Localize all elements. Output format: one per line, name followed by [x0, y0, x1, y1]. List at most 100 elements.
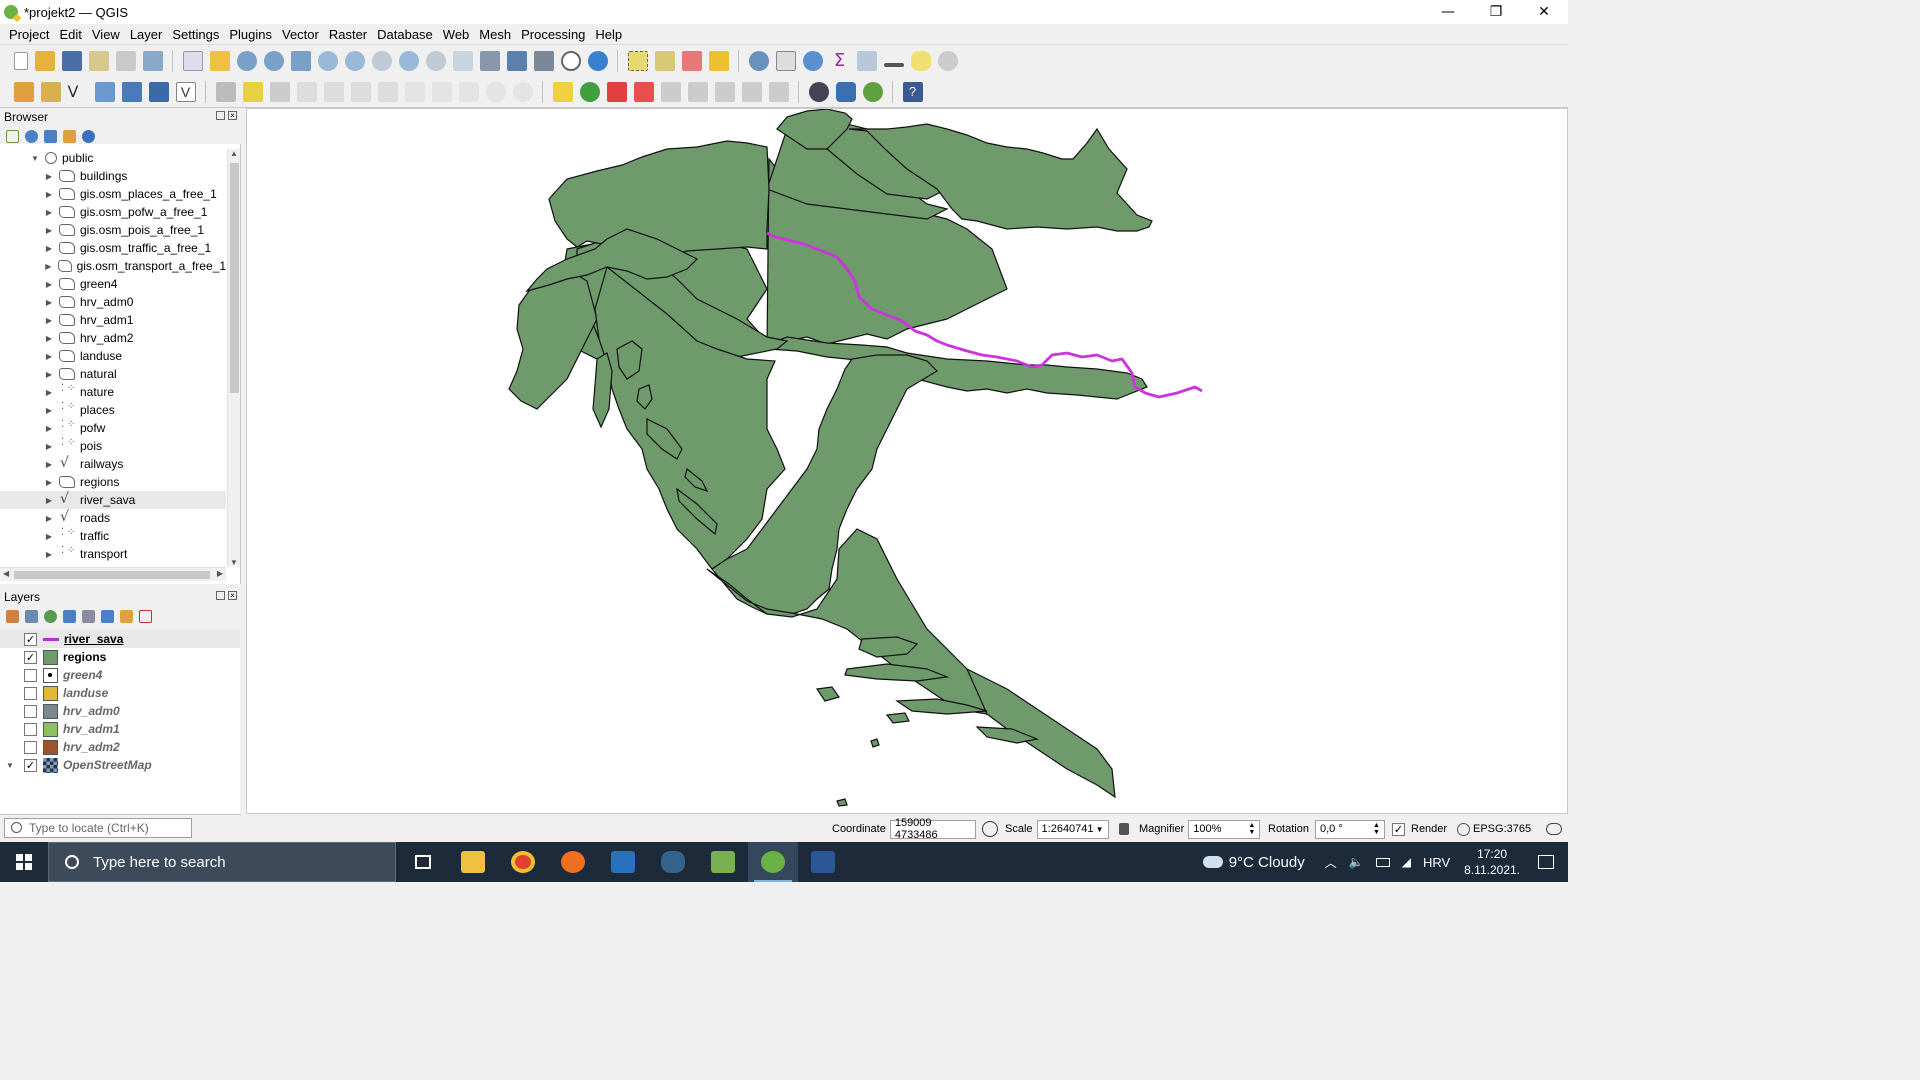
zoom-out-icon[interactable]	[263, 50, 284, 71]
layer-visibility-checkbox[interactable]	[24, 704, 37, 718]
menu-settings[interactable]: Settings	[167, 27, 224, 42]
processing-toolbox-icon[interactable]	[802, 50, 823, 71]
manage-map-themes-icon[interactable]	[44, 609, 57, 623]
taskbar-app-chrome[interactable]	[498, 842, 548, 882]
tree-item-gis-osm-transport-a-free-1[interactable]: ▶ gis.osm_transport_a_free_1	[0, 257, 226, 275]
tree-item-hrv-adm1[interactable]: ▶ hrv_adm1	[0, 311, 226, 329]
expand-arrow-icon[interactable]: ▶	[44, 478, 54, 487]
task-view-button[interactable]	[398, 842, 448, 882]
tree-item-transport[interactable]: ▶ transport	[0, 545, 226, 563]
wifi-icon[interactable]: ◢	[1402, 855, 1411, 869]
menu-processing[interactable]: Processing	[516, 27, 590, 42]
zoom-full-icon[interactable]	[290, 50, 311, 71]
add-vector-layer-icon[interactable]: V	[68, 82, 88, 102]
tree-item-hrv-adm2[interactable]: ▶ hrv_adm2	[0, 329, 226, 347]
taskbar-app-qgis[interactable]	[748, 842, 798, 882]
layout-manager-icon[interactable]	[115, 50, 136, 71]
taskbar-app-pgadmin[interactable]	[648, 842, 698, 882]
tree-item-pofw[interactable]: ▶ pofw	[0, 419, 226, 437]
style-manager-icon[interactable]	[142, 50, 163, 71]
menu-plugins[interactable]: Plugins	[224, 27, 277, 42]
lock-scale-icon[interactable]	[1118, 823, 1129, 835]
vertex-tool-icon[interactable]	[323, 81, 344, 102]
expand-arrow-icon[interactable]: ▶	[44, 172, 54, 181]
add-wms-layer-icon[interactable]	[148, 81, 169, 102]
tree-item-gis-osm-pois-a-free-1[interactable]: ▶ gis.osm_pois_a_free_1	[0, 221, 226, 239]
tree-item-hrv-adm0[interactable]: ▶ hrv_adm0	[0, 293, 226, 311]
layer-visibility-checkbox[interactable]	[24, 668, 37, 682]
copy-features-icon[interactable]	[431, 81, 452, 102]
identify-features-icon[interactable]	[748, 50, 769, 71]
magnifier-spinbox[interactable]: 100% ▲ ▼	[1188, 819, 1261, 839]
delete-selected-icon[interactable]	[377, 81, 398, 102]
select-by-value-icon[interactable]	[654, 50, 675, 71]
layer-row-hrv-adm0[interactable]: hrv_adm0	[0, 702, 240, 720]
expand-arrow-icon[interactable]: ▶	[44, 532, 54, 541]
layer-row-green4[interactable]: green4	[0, 666, 240, 684]
layer-row-landuse[interactable]: landuse	[0, 684, 240, 702]
filter-browser-icon[interactable]	[44, 129, 57, 143]
expand-arrow-icon[interactable]: ▶	[44, 244, 54, 253]
volume-icon[interactable]: 🔈	[1349, 855, 1364, 869]
labeling-icon[interactable]	[552, 81, 573, 102]
taskbar-app-word[interactable]	[798, 842, 848, 882]
tree-item-roads[interactable]: ▶ roads	[0, 509, 226, 527]
cut-features-icon[interactable]	[404, 81, 425, 102]
minimize-button[interactable]: —	[1424, 0, 1472, 24]
new-project-icon[interactable]	[13, 51, 28, 70]
rotate-label-icon[interactable]	[714, 81, 735, 102]
show-hide-labels-icon[interactable]	[660, 81, 681, 102]
layer-diagram-icon[interactable]	[579, 81, 600, 102]
crs-group[interactable]: EPSG:3765	[1457, 819, 1531, 839]
expand-arrow-icon[interactable]: ▶	[44, 262, 53, 271]
collapse-all-icon[interactable]	[63, 129, 76, 143]
menu-web[interactable]: Web	[438, 27, 475, 42]
locate-icon[interactable]	[937, 50, 958, 71]
taskbar-app-firefox[interactable]	[548, 842, 598, 882]
clock[interactable]: 17:20 8.11.2021.	[1464, 846, 1520, 878]
tree-item-river-sava[interactable]: ▶ river_sava	[0, 491, 226, 509]
current-edits-icon[interactable]	[215, 81, 236, 102]
float-panel-icon[interactable]	[216, 591, 225, 600]
layer-row-openstreetmap[interactable]: ▼ ✓ OpenStreetMap	[0, 756, 240, 774]
expand-arrow-icon[interactable]: ▶	[44, 496, 54, 505]
data-source-manager-icon[interactable]	[13, 81, 34, 102]
tree-item-nature[interactable]: ▶ nature	[0, 383, 226, 401]
add-selected-layers-icon[interactable]	[6, 129, 19, 143]
help-icon[interactable]: ?	[902, 81, 923, 102]
expand-arrow-icon[interactable]: ▶	[44, 424, 54, 433]
save-edits-icon[interactable]	[269, 81, 290, 102]
expand-arrow-icon[interactable]: ▶	[44, 280, 54, 289]
taskbar-app-file-explorer[interactable]	[448, 842, 498, 882]
locator-search-input[interactable]: Type to locate (Ctrl+K)	[4, 818, 192, 838]
show-bookmarks-icon[interactable]	[533, 50, 554, 71]
rotation-spinbox[interactable]: 0,0 ° ▲ ▼	[1314, 819, 1385, 839]
add-virtual-layer-icon[interactable]: V	[175, 81, 196, 102]
zoom-to-selection-icon[interactable]	[317, 50, 338, 71]
tree-item-gis-osm-places-a-free-1[interactable]: ▶ gis.osm_places_a_free_1	[0, 185, 226, 203]
redo-icon[interactable]	[512, 81, 533, 102]
scroll-down-icon[interactable]: ▼	[230, 558, 238, 567]
undo-icon[interactable]	[485, 81, 506, 102]
layer-row-hrv-adm2[interactable]: hrv_adm2	[0, 738, 240, 756]
expand-arrow-icon[interactable]: ▶	[44, 352, 54, 361]
expand-arrow-icon[interactable]: ▶	[44, 460, 54, 469]
weather-widget[interactable]: 9°C Cloudy	[1202, 854, 1305, 871]
battery-icon[interactable]	[1375, 857, 1390, 867]
tree-item-railways[interactable]: ▶ railways	[0, 455, 226, 473]
label-properties-icon[interactable]	[768, 81, 789, 102]
zoom-next-icon[interactable]	[425, 50, 446, 71]
zoom-in-icon[interactable]	[236, 50, 257, 71]
chevron-up-icon[interactable]: ︿	[1325, 854, 1337, 871]
open-layer-styling-icon[interactable]	[6, 609, 19, 623]
show-map-tips-table-icon[interactable]	[856, 50, 877, 71]
expand-arrow-icon[interactable]: ▶	[44, 316, 54, 325]
close-panel-icon[interactable]: ×	[228, 591, 237, 600]
scrollbar-thumb[interactable]	[230, 163, 239, 393]
language-indicator[interactable]: HRV	[1423, 855, 1450, 870]
expand-arrow-icon[interactable]: ▶	[44, 370, 54, 379]
change-label-icon[interactable]	[741, 81, 762, 102]
scroll-left-icon[interactable]: ◀	[3, 569, 9, 578]
quickmapservices-icon[interactable]	[808, 81, 829, 102]
select-by-location-icon[interactable]	[708, 50, 729, 71]
